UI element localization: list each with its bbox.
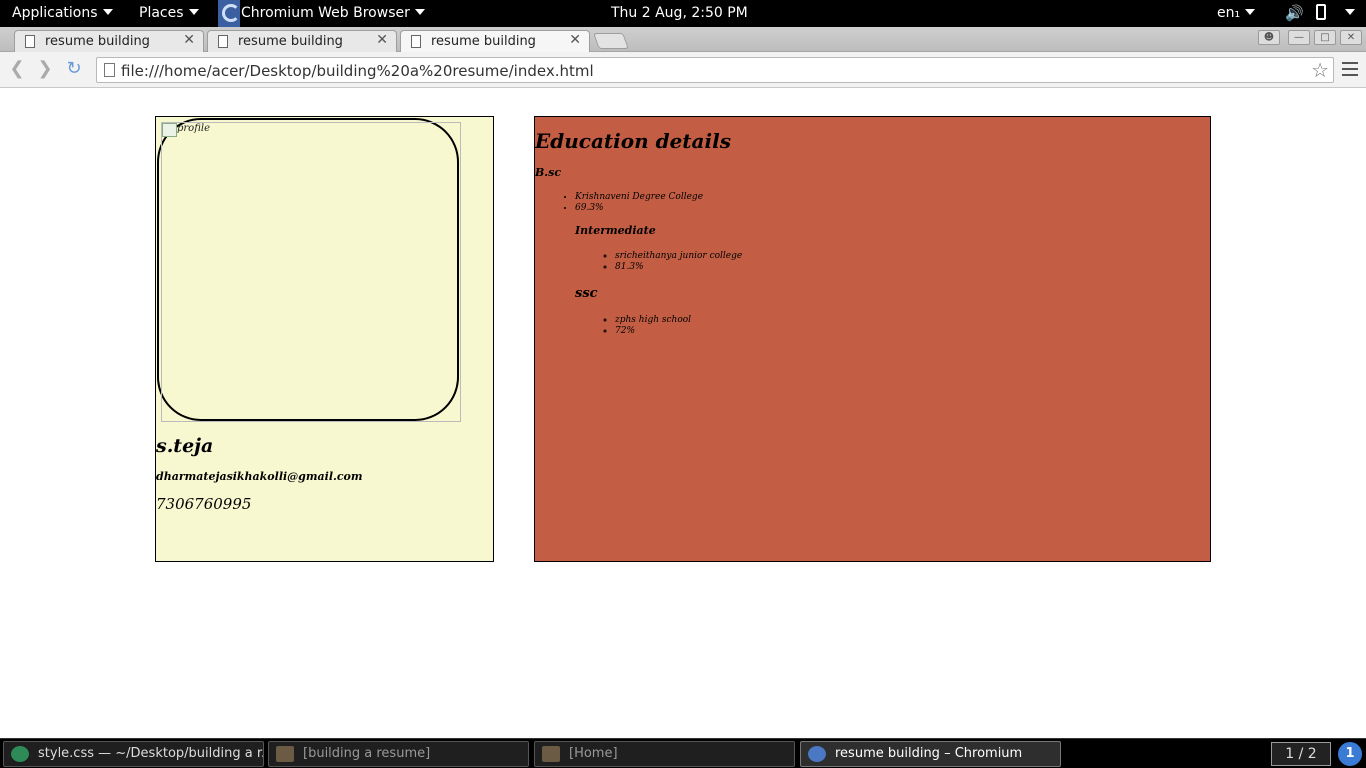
keyboard-layout[interactable]: en₁ [1217, 0, 1256, 27]
bsc-list: Krishnaveni Degree College 69.3% [575, 192, 703, 214]
app-menu[interactable]: Chromium Web Browser [241, 0, 425, 27]
task-label: resume building – Chromium [835, 746, 1023, 761]
profile-card: profile s.teja dharmatejasikhakolli@gmai… [155, 116, 494, 562]
close-icon[interactable]: ✕ [376, 32, 388, 48]
tab-resume-building-2[interactable]: resume building ✕ [207, 30, 397, 52]
list-item: 81.3% [615, 262, 742, 273]
close-window-button[interactable]: ✕ [1340, 30, 1362, 45]
list-item: 72% [615, 326, 691, 337]
forward-button[interactable]: ❯ [34, 58, 56, 80]
minimize-button[interactable]: — [1288, 30, 1310, 45]
list-item: zphs high school [615, 315, 691, 326]
task-label: [Home] [569, 746, 618, 761]
broken-image-frame [161, 122, 461, 422]
education-card: Education details B.sc Krishnaveni Degre… [534, 116, 1211, 562]
maximize-button[interactable]: □ [1314, 30, 1336, 45]
ssc-heading: ssc [575, 286, 598, 301]
notification-badge[interactable]: 1 [1338, 742, 1362, 766]
page-icon [25, 35, 35, 48]
clock[interactable]: Thu 2 Aug, 2:50 PM [611, 0, 748, 27]
url-text: file:///home/acer/Desktop/building%20a%2… [121, 62, 594, 80]
list-item: Krishnaveni Degree College [575, 192, 703, 203]
profile-photo: profile [157, 118, 461, 422]
folder-icon [542, 746, 560, 762]
profile-icon[interactable]: ☻ [1258, 30, 1280, 45]
volume-icon[interactable]: 🔊 [1285, 0, 1304, 27]
chromium-icon [218, 0, 240, 27]
chevron-down-icon [414, 9, 425, 15]
list-item: 69.3% [575, 203, 703, 214]
tab-resume-building-1[interactable]: resume building ✕ [14, 30, 204, 52]
applications-menu[interactable]: Applications [12, 0, 113, 27]
system-menu[interactable] [1340, 0, 1355, 27]
close-icon[interactable]: ✕ [183, 32, 195, 48]
tab-strip: resume building ✕ resume building ✕ resu… [0, 27, 1366, 52]
profile-photo-alt: profile [177, 123, 210, 134]
ssc-list: zphs high school 72% [615, 315, 691, 337]
places-menu[interactable]: Places [139, 0, 199, 27]
intermediate-list: sricheithanya junior college 81.3% [615, 251, 742, 273]
app-menu-label: Chromium Web Browser [241, 5, 410, 21]
reload-button[interactable]: ↻ [63, 58, 85, 80]
keyboard-label: en₁ [1217, 5, 1241, 21]
bsc-heading: B.sc [535, 166, 562, 179]
profile-email: dharmatejasikhakolli@gmail.com [156, 470, 363, 483]
page-icon [104, 63, 115, 77]
top-panel: Applications Places Chromium Web Browser… [0, 0, 1366, 27]
clock-label: Thu 2 Aug, 2:50 PM [611, 5, 748, 21]
applications-label: Applications [12, 5, 98, 21]
bookmark-star-icon[interactable]: ☆ [1311, 58, 1329, 82]
back-button[interactable]: ❮ [6, 58, 28, 80]
education-title: Education details [535, 129, 731, 153]
chromium-icon [808, 746, 826, 762]
task-building-a-resume[interactable]: [building a resume] [268, 741, 529, 767]
profile-phone: 7306760995 [156, 495, 252, 513]
menu-icon[interactable] [1342, 62, 1358, 80]
page-viewport: profile s.teja dharmatejasikhakolli@gmai… [0, 89, 1366, 738]
tab-label: resume building [238, 34, 343, 49]
broken-image-icon [162, 123, 177, 137]
list-item: sricheithanya junior college [615, 251, 742, 262]
task-style-css[interactable]: style.css — ~/Desktop/building a r... [3, 741, 264, 767]
task-label: [building a resume] [303, 746, 431, 761]
page-icon [218, 35, 228, 48]
task-chromium[interactable]: resume building – Chromium [800, 741, 1061, 767]
address-bar[interactable]: file:///home/acer/Desktop/building%20a%2… [96, 57, 1334, 83]
chevron-down-icon [1345, 9, 1355, 15]
profile-name: s.teja [156, 435, 214, 457]
chevron-down-icon [102, 9, 113, 15]
taskbar: style.css — ~/Desktop/building a r... [b… [0, 738, 1366, 768]
workspace-switcher[interactable]: 1 / 2 [1271, 742, 1331, 766]
task-home[interactable]: [Home] [534, 741, 795, 767]
intermediate-heading: Intermediate [575, 224, 656, 237]
chevron-down-icon [1245, 9, 1256, 15]
battery-icon[interactable] [1316, 0, 1326, 27]
tab-label: resume building [431, 34, 536, 49]
folder-icon [276, 746, 294, 762]
new-tab-button[interactable] [593, 33, 629, 49]
tab-resume-building-3[interactable]: resume building ✕ [400, 30, 590, 52]
task-label: style.css — ~/Desktop/building a r... [38, 746, 264, 761]
places-label: Places [139, 5, 184, 21]
browser-toolbar: ❮ ❯ ↻ file:///home/acer/Desktop/building… [0, 52, 1366, 88]
page-icon [411, 35, 421, 48]
chevron-down-icon [188, 9, 199, 15]
close-icon[interactable]: ✕ [569, 32, 581, 48]
editor-icon [11, 746, 29, 762]
tab-label: resume building [45, 34, 150, 49]
